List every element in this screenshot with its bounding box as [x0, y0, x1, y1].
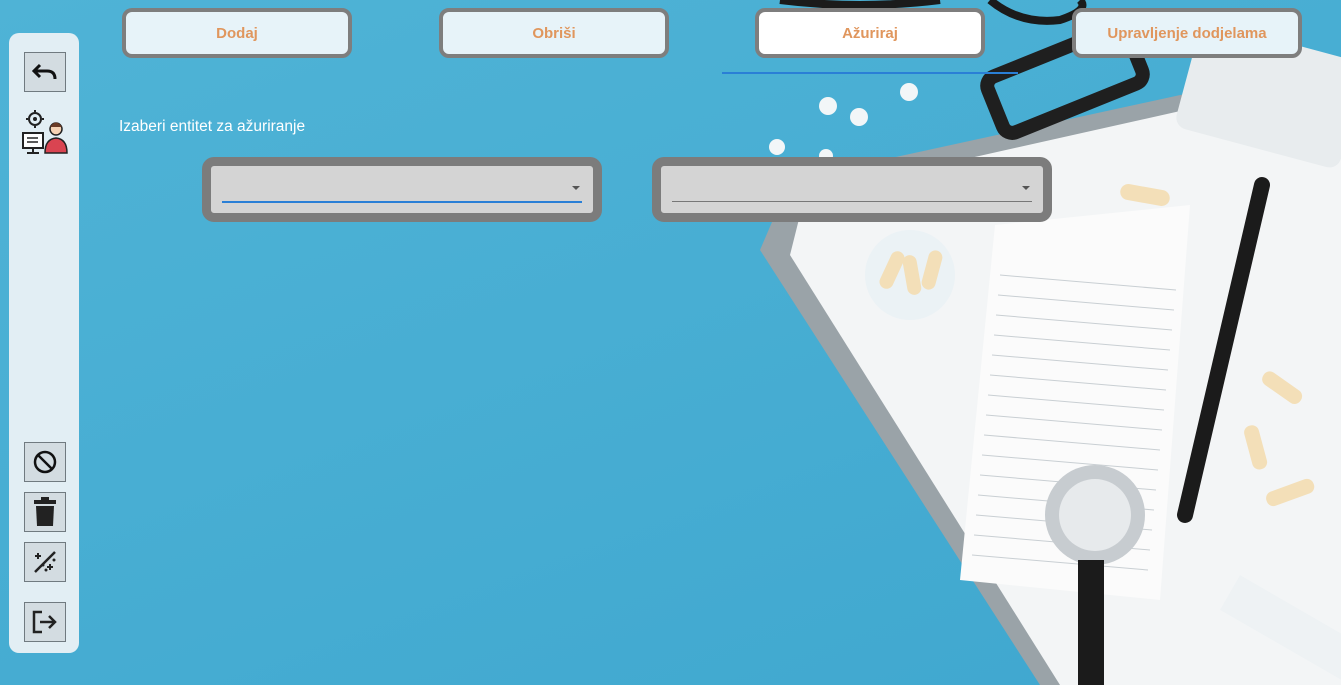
background-decoration [760, 0, 1341, 685]
logout-icon [32, 610, 57, 634]
select-entity-label: Izaberi entitet za ažuriranje [119, 118, 306, 135]
active-tab-indicator [722, 72, 1018, 74]
tab-azuriraj[interactable]: Ažuriraj [755, 8, 985, 58]
clear-button[interactable] [24, 542, 66, 582]
chevron-down-icon [572, 186, 580, 190]
undo-icon [32, 63, 57, 80]
tab-obrisi[interactable]: Obriši [439, 8, 669, 58]
tab-upravljenje-dodjelama[interactable]: Upravljenje dodjelama [1072, 8, 1302, 58]
trash-icon [34, 497, 56, 526]
entity-type-combobox[interactable] [202, 157, 602, 222]
tab-dodaj[interactable]: Dodaj [122, 8, 352, 58]
entity-item-combobox[interactable] [652, 157, 1052, 222]
cancel-icon [33, 450, 57, 474]
logout-button[interactable] [24, 602, 66, 642]
back-button[interactable] [24, 52, 66, 92]
combo-underline [222, 201, 582, 203]
admin-user-icon [22, 110, 68, 154]
cancel-button[interactable] [24, 442, 66, 482]
combo-underline [672, 201, 1032, 202]
chevron-down-icon [1022, 186, 1030, 190]
delete-button[interactable] [24, 492, 66, 532]
clear-icon [34, 551, 56, 573]
sidebar [9, 33, 79, 653]
